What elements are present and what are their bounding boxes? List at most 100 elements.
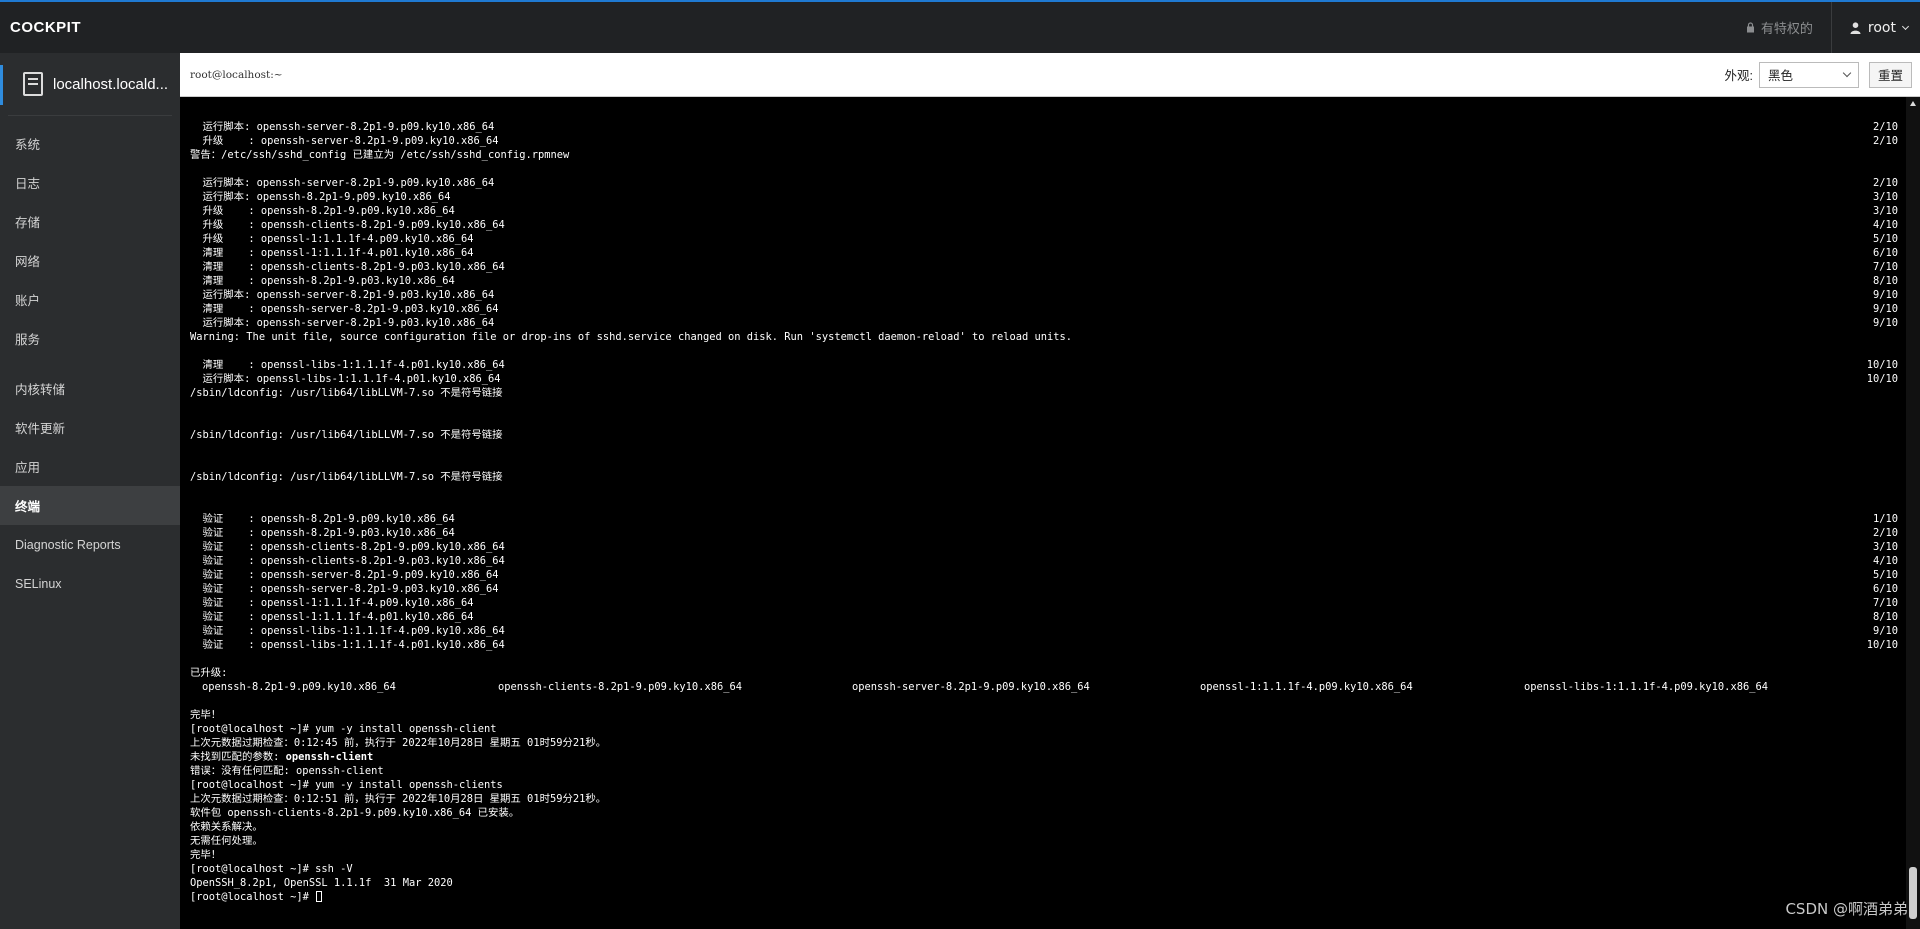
progress-counter: 9/10: [1872, 289, 1898, 301]
scrollbar-thumb[interactable]: [1909, 867, 1917, 919]
terminal-line: [root@localhost ~]# ssh -V: [190, 862, 1906, 876]
progress-counter: 8/10: [1872, 275, 1898, 287]
terminal-line: 运行脚本: openssh-server-8.2p1-9.p09.ky10.x8…: [190, 176, 1906, 190]
sidebar-item[interactable]: SELinux: [0, 564, 180, 603]
user-menu[interactable]: root: [1830, 2, 1920, 53]
terminal-line: 运行脚本: openssh-server-8.2p1-9.p09.ky10.x8…: [190, 120, 1906, 134]
terminal-line: 验证 : openssl-1:1.1.1f-4.p09.ky10.x86_64 7…: [190, 596, 1906, 610]
sidebar-item[interactable]: 软件更新: [0, 408, 180, 447]
sidebar-item[interactable]: 日志: [0, 163, 180, 202]
chevron-down-icon: [1842, 68, 1852, 78]
terminal-line-text: [root@localhost ~]# ssh -V: [190, 863, 353, 875]
sidebar-item[interactable]: 网络: [0, 241, 180, 280]
terminal-line-text: Warning: The unit file, source configura…: [190, 331, 1073, 343]
progress-counter: 9/10: [1872, 625, 1898, 637]
terminal-title: root@localhost:~: [190, 68, 283, 81]
progress-counter: 2/10: [1872, 177, 1898, 189]
terminal-line-text: 验证 : openssl-libs-1:1.1.1f-4.p09.ky10.x8…: [190, 625, 505, 637]
upgraded-packages-row: openssh-8.2p1-9.p09.ky10.x86_64 openssh-c…: [190, 680, 1906, 694]
privileged-label: 有特权的: [1760, 22, 1813, 37]
theme-select-value: 黑色: [1767, 69, 1793, 83]
host-name: localhost.locald...: [53, 75, 169, 93]
terminal-line: 验证 : openssl-libs-1:1.1.1f-4.p01.ky10.x8…: [190, 638, 1906, 652]
sidebar-item[interactable]: 服务: [0, 319, 180, 358]
host-switcher[interactable]: localhost.locald...: [0, 53, 172, 116]
terminal-line-text: 清理 : openssh-server-8.2p1-9.p03.ky10.x86…: [190, 303, 499, 315]
terminal-line: 清理 : openssl-libs-1:1.1.1f-4.p01.ky10.x8…: [190, 358, 1906, 372]
terminal-line: 验证 : openssh-clients-8.2p1-9.p09.ky10.x8…: [190, 540, 1906, 554]
terminal-line-text: 验证 : openssl-1:1.1.1f-4.p09.ky10.x86_64: [190, 597, 474, 609]
terminal-line-text: 运行脚本: openssh-8.2p1-9.p09.ky10.x86_64: [190, 191, 451, 203]
sidebar-item[interactable]: 账户: [0, 280, 180, 319]
terminal-line-text: 上次元数据过期检查：0:12:51 前，执行于 2022年10月28日 星期五 …: [190, 793, 607, 805]
terminal-line-text: 运行脚本: openssh-server-8.2p1-9.p09.ky10.x8…: [190, 121, 495, 133]
terminal-scrollbar[interactable]: [1906, 97, 1920, 929]
csdn-watermark: CSDN @啊酒弟弟: [1785, 900, 1908, 918]
terminal-line-text: 软件包 openssh-clients-8.2p1-9.p09.ky10.x86…: [190, 807, 520, 819]
sidebar-item[interactable]: 终端: [0, 486, 180, 525]
terminal-line: 清理 : openssh-server-8.2p1-9.p03.ky10.x86…: [190, 302, 1906, 316]
terminal-line: 验证 : openssh-clients-8.2p1-9.p03.ky10.x8…: [190, 554, 1906, 568]
sidebar-item[interactable]: 系统: [0, 124, 180, 163]
reset-button[interactable]: 重置: [1868, 61, 1912, 88]
user-name: root: [1867, 19, 1896, 36]
progress-counter: 4/10: [1872, 555, 1898, 567]
privileged-status[interactable]: 有特权的: [1728, 2, 1831, 53]
terminal-line: 升级 : openssh-8.2p1-9.p09.ky10.x86_64 3/10: [190, 204, 1906, 218]
terminal-line: 已升级:: [190, 666, 1906, 680]
terminal-line-text: OpenSSH_8.2p1, OpenSSL 1.1.1f 31 Mar 202…: [190, 877, 453, 889]
sidebar: localhost.locald... 系统 日志 存储 网络 账户 服务 内核转储 软件更…: [0, 53, 180, 929]
terminal-line: 升级 : openssh-server-8.2p1-9.p09.ky10.x86…: [190, 134, 1906, 148]
scroll-up-arrow-icon[interactable]: [1910, 101, 1916, 106]
sidebar-item[interactable]: 存储: [0, 202, 180, 241]
progress-counter: 10/10: [1866, 639, 1898, 651]
chevron-down-icon: [1901, 22, 1910, 30]
terminal-line: 完毕！: [190, 848, 1906, 862]
terminal-prompt-line[interactable]: [root@localhost ~]#: [190, 890, 1906, 904]
terminal-line-text: /sbin/ldconfig: /usr/lib64/libLLVM-7.so …: [190, 429, 503, 441]
progress-counter: 2/10: [1872, 527, 1898, 539]
appearance-label: 外观:: [1724, 69, 1753, 83]
terminal-line-text: 升级 : openssh-8.2p1-9.p09.ky10.x86_64: [190, 205, 455, 217]
terminal-line: 上次元数据过期检查：0:12:45 前，执行于 2022年10月28日 星期五 …: [190, 736, 1906, 750]
terminal-line-text: 运行脚本: openssh-server-8.2p1-9.p03.ky10.x8…: [190, 317, 495, 329]
terminal-line-text: 验证 : openssh-8.2p1-9.p09.ky10.x86_64: [190, 513, 455, 525]
progress-counter: 10/10: [1866, 373, 1898, 385]
terminal-line-text: 验证 : openssh-clients-8.2p1-9.p09.ky10.x8…: [190, 541, 505, 553]
progress-counter: 1/10: [1872, 513, 1898, 525]
terminal-line: Warning: The unit file, source configura…: [190, 330, 1906, 344]
sidebar-item[interactable]: 应用: [0, 447, 180, 486]
brand-logo[interactable]: COCKPIT: [0, 19, 81, 36]
terminal-line-text: 验证 : openssh-server-8.2p1-9.p03.ky10.x86…: [190, 583, 499, 595]
nav-group-system: 系统 日志 存储 网络 账户 服务: [0, 124, 180, 358]
sidebar-item[interactable]: 内核转储: [0, 369, 180, 408]
terminal-line: 升级 : openssl-1:1.1.1f-4.p09.ky10.x86_64 5…: [190, 232, 1906, 246]
terminal-line-text: 清理 : openssl-1:1.1.1f-4.p01.ky10.x86_64: [190, 247, 474, 259]
terminal-output[interactable]: 运行脚本: openssh-server-8.2p1-9.p09.ky10.x8…: [180, 97, 1906, 929]
terminal-line-text: 验证 : openssh-server-8.2p1-9.p09.ky10.x86…: [190, 569, 499, 581]
sidebar-item[interactable]: Diagnostic Reports: [0, 525, 180, 564]
progress-counter: 7/10: [1872, 597, 1898, 609]
upgraded-package: openssh-clients-8.2p1-9.p09.ky10.x86_64: [498, 681, 742, 693]
terminal-line: [root@localhost ~]# yum -y install opens…: [190, 778, 1906, 792]
terminal-line: 错误：没有任何匹配: openssh-client: [190, 764, 1906, 778]
progress-counter: 7/10: [1872, 261, 1898, 273]
terminal-line: 验证 : openssh-8.2p1-9.p09.ky10.x86_64 1/10: [190, 512, 1906, 526]
terminal-line: 上次元数据过期检查：0:12:51 前，执行于 2022年10月28日 星期五 …: [190, 792, 1906, 806]
terminal-line-text: 验证 : openssl-1:1.1.1f-4.p01.ky10.x86_64: [190, 611, 474, 623]
terminal-bold-text: openssh-client: [285, 751, 374, 763]
progress-counter: 6/10: [1872, 247, 1898, 259]
theme-select[interactable]: 黑色: [1758, 61, 1859, 88]
progress-counter: 9/10: [1872, 317, 1898, 329]
terminal-line: /sbin/ldconfig: /usr/lib64/libLLVM-7.so …: [190, 470, 1906, 484]
terminal-line-text: 完毕！: [190, 849, 222, 861]
progress-counter: 10/10: [1866, 359, 1898, 371]
terminal-line-text: 升级 : openssh-server-8.2p1-9.p09.ky10.x86…: [190, 135, 499, 147]
terminal-line: 未找到匹配的参数: openssh-client: [190, 750, 1906, 764]
